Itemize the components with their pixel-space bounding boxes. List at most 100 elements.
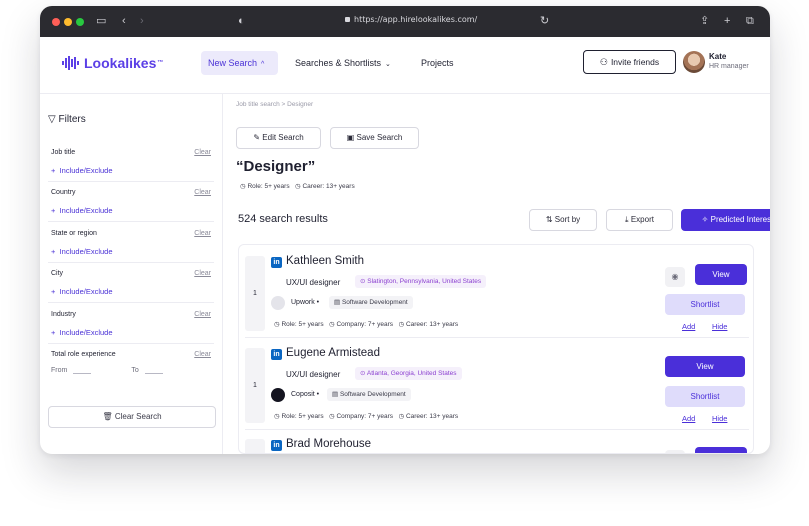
predicted-interest-button[interactable]: ✧ Predicted Interest (681, 209, 770, 231)
filter-group-experience: Total role experience Clear From To (51, 351, 211, 374)
reload-icon[interactable]: ↻ (540, 14, 549, 28)
exp-company: Company: 7+ years (336, 321, 394, 328)
to-input[interactable] (144, 367, 163, 374)
include-exclude-link[interactable]: + Include/Exclude (51, 287, 211, 296)
avatar[interactable] (683, 51, 705, 73)
clear-link[interactable]: Clear (194, 230, 211, 237)
back-icon[interactable]: ‹ (122, 14, 126, 28)
clear-link[interactable]: Clear (194, 189, 211, 196)
map-pin-icon: ⊙ (360, 370, 366, 377)
nav-projects[interactable]: Projects (421, 51, 454, 75)
include-exclude-label: Include/Exclude (59, 206, 113, 215)
filter-group-country: Country Clear + Include/Exclude (48, 189, 214, 222)
linkedin-icon[interactable]: in (271, 349, 282, 360)
briefcase-icon: ▤ (334, 299, 341, 306)
filter-group-city: City Clear + Include/Exclude (48, 270, 214, 303)
maximize-window-button[interactable] (76, 18, 84, 26)
filter-label: State or region (51, 230, 97, 237)
list-item[interactable]: 1 in Kathleen Smith UX/UI designer ⊙ Sla… (245, 254, 749, 338)
briefcase-icon: ▤ (332, 391, 339, 398)
app-header: Lookalikes ™ New Search ^ Searches & Short… (40, 37, 770, 94)
candidate-name[interactable]: Kathleen Smith (286, 255, 364, 267)
share-icon[interactable]: ⇪ (700, 14, 709, 28)
to-label: To (131, 367, 139, 374)
filter-label: Total role experience (51, 351, 116, 358)
page-title: “Designer” (236, 158, 316, 175)
list-item[interactable]: in Brad Morehouse ◉ View (245, 437, 749, 453)
user-add-icon: ⚇ (599, 57, 608, 67)
linkedin-icon[interactable]: in (271, 257, 282, 268)
view-button[interactable]: View (665, 356, 745, 377)
address-bar[interactable]: https://app.hirelookalikes.com/ (345, 15, 477, 24)
clock-icon: ◷ (398, 321, 405, 328)
save-search-button[interactable]: ▣ Save Search (330, 127, 419, 149)
filter-label: Country (51, 189, 76, 196)
new-tab-icon[interactable]: + (724, 14, 730, 28)
tabs-overview-icon[interactable]: ⧉ (746, 14, 754, 28)
include-exclude-link[interactable]: + Include/Exclude (51, 328, 211, 337)
divider (245, 429, 749, 430)
include-exclude-link[interactable]: + Include/Exclude (51, 206, 211, 215)
clock-icon: ◷ (329, 321, 335, 328)
filter-label: Industry (51, 311, 76, 318)
nav-label: Searches & Shortlists (295, 58, 382, 68)
hide-link[interactable]: Hide (712, 414, 727, 423)
export-label: Export (630, 215, 654, 224)
add-link[interactable]: Add (682, 322, 695, 331)
logo-text: Lookalikes (84, 55, 157, 71)
include-exclude-link[interactable]: + Include/Exclude (51, 166, 211, 175)
industry-badge: ▤ Software Development (327, 388, 411, 401)
clear-link[interactable]: Clear (194, 311, 211, 318)
lock-icon (345, 17, 350, 22)
filter-icon: ▽ (48, 114, 56, 125)
invite-friends-button[interactable]: ⚇ Invite friends (583, 50, 676, 74)
eye-icon[interactable]: ◉ (665, 450, 685, 453)
shortlist-button[interactable]: Shortlist (665, 386, 745, 407)
career-meta: Career: 13+ years (302, 183, 355, 190)
shortlist-button[interactable]: Shortlist (665, 294, 745, 315)
nav-label: New Search (208, 58, 258, 68)
eye-icon[interactable]: ◉ (665, 267, 685, 287)
hide-link[interactable]: Hide (712, 322, 727, 331)
industry-badge: ▤ Software Development (329, 296, 413, 309)
clear-link[interactable]: Clear (194, 149, 211, 156)
divider (245, 337, 749, 338)
nav-searches-shortlists[interactable]: Searches & Shortlists ⌄ (295, 51, 391, 75)
download-icon: ⤓ (625, 215, 629, 224)
trash-icon: 🗑 (102, 412, 113, 421)
experience-row: ◷ Role: 5+ years ◷ Company: 7+ years ◷ C… (274, 320, 458, 328)
view-button[interactable]: View (695, 447, 747, 453)
export-button[interactable]: ⤓ Export (606, 209, 673, 231)
clock-icon: ◷ (274, 321, 280, 328)
candidate-role: UX/UI designer (286, 370, 341, 379)
from-input[interactable] (73, 367, 92, 374)
minimize-window-button[interactable] (64, 18, 72, 26)
forward-icon[interactable]: › (140, 14, 144, 28)
clear-link[interactable]: Clear (194, 351, 211, 358)
edit-search-button[interactable]: ✎ Edit Search (236, 127, 321, 149)
list-item[interactable]: 1 in Eugene Armistead UX/UI designer ⊙ A… (245, 346, 749, 430)
clear-search-button[interactable]: 🗑 Clear Search (48, 406, 216, 428)
edit-search-label: Edit Search (262, 133, 304, 142)
filter-label: City (51, 270, 64, 277)
view-button[interactable]: View (695, 264, 747, 285)
clear-link[interactable]: Clear (194, 270, 211, 277)
company-text: Upwork (291, 299, 315, 306)
company-logo (271, 388, 285, 402)
logo[interactable]: Lookalikes ™ (62, 55, 163, 71)
linkedin-icon[interactable]: in (271, 440, 282, 451)
privacy-shield-icon[interactable]: ◐ (238, 14, 245, 28)
candidate-name[interactable]: Brad Morehouse (286, 438, 371, 450)
sort-by-button[interactable]: ⇅ Sort by (529, 209, 597, 231)
browser-toolbar: ▭ ‹ › ◐ https://app.hirelookalikes.com/ … (40, 6, 770, 37)
nav-new-search[interactable]: New Search ^ (201, 51, 278, 75)
close-window-button[interactable] (52, 18, 60, 26)
include-exclude-link[interactable]: + Include/Exclude (51, 247, 211, 256)
predicted-label: Predicted Interest (710, 215, 770, 224)
clock-icon: ◷ (274, 413, 280, 420)
clock-icon: ◷ (398, 413, 405, 420)
candidate-name[interactable]: Eugene Armistead (286, 347, 380, 359)
add-link[interactable]: Add (682, 414, 695, 423)
sidebar-toggle-icon[interactable]: ▭ (96, 14, 106, 28)
breadcrumb[interactable]: Job title search > Designer (236, 101, 313, 108)
